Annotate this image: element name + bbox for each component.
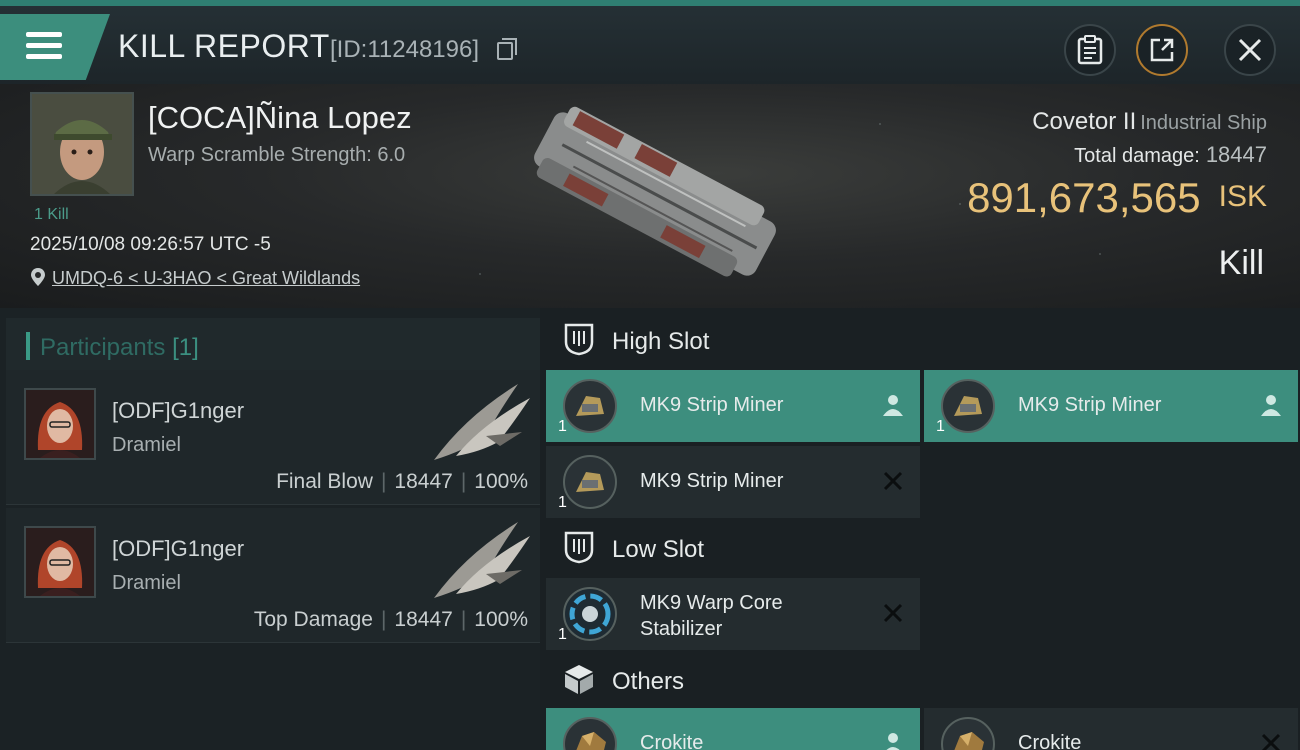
participant-ship: Dramiel xyxy=(112,572,181,594)
participant-avatar xyxy=(24,526,96,598)
module-name: Crokite xyxy=(640,732,704,750)
copy-icon[interactable] xyxy=(497,38,517,60)
participant-row[interactable]: [ODF]G1nger Dramiel Top Damage | 18447 | 100… xyxy=(6,508,540,643)
close-icon xyxy=(1238,38,1262,62)
cargo-box-icon xyxy=(565,665,593,694)
total-damage: Total damage: 18447 xyxy=(1074,142,1267,167)
module-item[interactable]: 1 MK9 Warp Core Stabilizer xyxy=(546,578,920,650)
participant-role: Final Blow xyxy=(276,470,373,493)
destroyed-x-icon xyxy=(883,603,903,623)
destroyed-x-icon xyxy=(883,471,903,491)
clipboard-button[interactable] xyxy=(1064,24,1116,76)
participants-title: Participants xyxy=(40,334,166,361)
participant-stats: Final Blow | 18447 | 100% xyxy=(276,470,528,493)
strip-miner-icon xyxy=(563,379,617,433)
participants-header: Participants [1] xyxy=(6,318,540,374)
participant-name: [ODF]G1nger xyxy=(112,536,245,561)
module-quantity: 1 xyxy=(558,418,567,435)
participant-ship: Dramiel xyxy=(112,434,181,456)
victim-ship-name: Covetor II Industrial Ship xyxy=(1032,108,1267,135)
clipboard-icon xyxy=(1077,35,1103,65)
report-id: [ID:11248196] xyxy=(330,36,480,63)
module-item[interactable]: 1 MK9 Strip Miner xyxy=(546,370,920,442)
high-slot-icon xyxy=(564,323,594,356)
strip-miner-icon xyxy=(941,379,995,433)
participants-panel: Participants [1] [ODF]G1nger Dramiel Fin… xyxy=(0,308,540,750)
low-slot-icon xyxy=(564,531,594,564)
participant-role: Top Damage xyxy=(253,608,373,631)
module-name: Crokite xyxy=(1018,732,1082,750)
participant-ship-icon xyxy=(434,522,530,598)
module-name: MK9 Warp Core Stabilizer xyxy=(640,592,783,640)
location-pin-icon xyxy=(31,268,45,286)
participant-percent: 100% xyxy=(474,470,528,493)
person-icon xyxy=(886,733,900,750)
ore-icon xyxy=(941,717,995,750)
participants-count: [1] xyxy=(172,334,199,361)
share-button[interactable] xyxy=(1136,24,1188,76)
participant-row[interactable]: [ODF]G1nger Dramiel Final Blow | 18447 | 100… xyxy=(6,370,540,505)
kill-datetime: 2025/10/08 09:26:57 UTC -5 xyxy=(30,234,271,255)
low-slot-header: Low Slot xyxy=(548,520,1300,576)
module-name: MK9 Strip Miner xyxy=(640,470,784,492)
module-name: MK9 Strip Miner xyxy=(640,394,784,416)
others-title: Others xyxy=(612,668,685,695)
low-slot-title: Low Slot xyxy=(612,536,705,563)
strip-miner-icon xyxy=(563,455,617,509)
warp-core-stabilizer-icon xyxy=(563,587,617,641)
menu-button[interactable] xyxy=(0,14,110,80)
warp-scramble-strength: Warp Scramble Strength: 6.0 xyxy=(148,144,406,166)
module-item[interactable]: 1 MK9 Strip Miner xyxy=(924,370,1298,442)
ore-icon xyxy=(563,717,617,750)
victim-ship-class: Industrial Ship xyxy=(1140,112,1267,134)
share-icon xyxy=(1150,38,1174,62)
participant-ship-icon xyxy=(434,384,530,460)
participant-name: [ODF]G1nger xyxy=(112,398,245,423)
high-slot-header: High Slot xyxy=(548,312,1300,368)
victim-name[interactable]: [COCA]Ñina Lopez xyxy=(148,100,412,136)
participant-avatar xyxy=(24,388,96,460)
victim-kill-count: 1 Kill xyxy=(34,206,69,223)
module-item[interactable]: 1 Crokite xyxy=(546,708,920,750)
module-quantity: 1 xyxy=(936,418,945,435)
participant-damage: 18447 xyxy=(394,470,453,493)
hamburger-icon xyxy=(26,32,62,37)
kill-location-link[interactable]: UMDQ-6 < U-3HAO < Great Wildlands xyxy=(52,268,360,289)
victim-ship-image xyxy=(534,106,776,277)
victim-avatar[interactable] xyxy=(30,92,134,196)
participant-percent: 100% xyxy=(474,608,528,631)
destroyed-x-icon xyxy=(1261,733,1281,750)
victim-banner: [COCA]Ñina Lopez Warp Scramble Strength:… xyxy=(0,84,1300,308)
participant-damage: 18447 xyxy=(394,608,453,631)
participant-stats: Top Damage | 18447 | 100% xyxy=(253,608,528,631)
kill-result-label: Kill xyxy=(1218,244,1264,282)
header-bar: KILL REPORT [ID:11248196] xyxy=(0,6,1300,84)
page-title: KILL REPORT xyxy=(118,28,330,64)
module-item[interactable]: 1 Crokite xyxy=(924,708,1298,750)
isk-value: 891,673,565 ISK xyxy=(967,174,1267,221)
person-icon xyxy=(883,395,903,416)
fitting-panel: High Slot 1 MK9 Strip Miner 1 MK9 Strip … xyxy=(540,308,1300,750)
module-name: MK9 Strip Miner xyxy=(1018,394,1162,416)
module-quantity: 1 xyxy=(558,494,567,511)
module-quantity: 1 xyxy=(558,626,567,643)
others-header: Others xyxy=(548,652,1300,708)
close-button[interactable] xyxy=(1224,24,1276,76)
high-slot-title: High Slot xyxy=(612,328,710,355)
module-item[interactable]: 1 MK9 Strip Miner xyxy=(546,446,920,518)
person-icon xyxy=(1261,395,1281,416)
